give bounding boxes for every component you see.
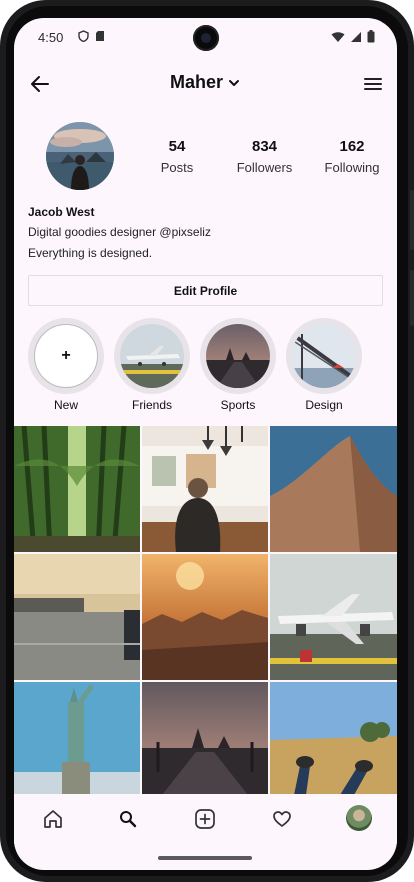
stat-value: 834 <box>251 138 278 155</box>
shield-icon <box>78 30 89 42</box>
app-bar: Maher <box>14 62 397 106</box>
status-time: 4:50 <box>38 30 64 45</box>
post-thumbnail[interactable] <box>14 426 140 552</box>
stat-value: 54 <box>168 138 186 155</box>
post-thumbnail[interactable] <box>270 426 397 552</box>
sd-card-icon <box>96 31 104 41</box>
post-thumbnail[interactable] <box>14 554 140 680</box>
highlight-friends[interactable]: Friends <box>114 318 190 412</box>
highlight-design[interactable]: Design <box>286 318 362 412</box>
power-button <box>410 270 414 326</box>
edit-profile-button[interactable]: Edit Profile <box>28 275 383 306</box>
stat-followers[interactable]: 834 Followers <box>230 138 300 175</box>
home-icon <box>44 810 62 828</box>
account-switcher[interactable]: Maher <box>14 72 397 93</box>
highlight-sports[interactable]: Sports <box>200 318 276 412</box>
profile-avatar[interactable] <box>46 122 114 190</box>
stat-value: 162 <box>339 138 365 155</box>
highlight-label: Design <box>305 398 343 412</box>
post-thumbnail[interactable] <box>270 682 397 794</box>
volume-button <box>410 190 414 250</box>
post-thumbnail[interactable] <box>142 426 268 552</box>
status-right-icons <box>331 30 375 43</box>
highlight-image <box>206 324 270 388</box>
nav-add-post[interactable] <box>192 806 218 832</box>
stat-label: Posts <box>160 160 194 175</box>
post-thumbnail[interactable] <box>270 554 397 680</box>
status-bar: 4:50 <box>14 18 397 58</box>
cell-signal-icon <box>351 31 361 42</box>
stat-posts[interactable]: 54 Posts <box>142 138 212 175</box>
highlight-label: New <box>53 398 78 412</box>
profile-username: Maher <box>169 72 223 92</box>
battery-icon <box>367 30 375 43</box>
highlight-ring <box>200 318 276 394</box>
home-indicator <box>158 856 252 860</box>
search-icon <box>120 811 137 828</box>
story-highlights: + New Friends Sports Design <box>28 318 362 412</box>
bottom-navigation <box>14 794 397 844</box>
heart-icon <box>273 811 291 827</box>
nav-home[interactable] <box>40 806 66 832</box>
highlight-new[interactable]: + New <box>28 318 104 412</box>
highlight-label: Sports <box>220 398 256 412</box>
front-camera <box>193 25 219 51</box>
highlight-image <box>292 324 356 388</box>
profile-avatar[interactable] <box>346 805 372 831</box>
highlight-label: Friends <box>131 398 172 412</box>
stat-label: Followers <box>236 160 293 175</box>
posts-grid <box>14 426 397 794</box>
post-thumbnail[interactable] <box>142 682 268 794</box>
highlight-image <box>120 324 184 388</box>
add-post-icon <box>195 809 215 829</box>
screen: 4:50 Maher 54 Posts 834 Followers 162 Fo… <box>14 18 397 870</box>
hamburger-menu-icon[interactable] <box>361 72 385 96</box>
avatar-image <box>46 122 114 190</box>
post-thumbnail[interactable] <box>14 682 140 794</box>
profile-bio-line: Everything is designed. <box>28 246 153 260</box>
chevron-down-icon <box>229 79 239 86</box>
profile-name: Jacob West <box>28 205 95 219</box>
plus-icon: + <box>34 324 98 388</box>
status-left-icons <box>78 30 105 42</box>
stat-following[interactable]: 162 Following <box>317 138 387 175</box>
highlight-ring <box>114 318 190 394</box>
post-thumbnail[interactable] <box>142 554 268 680</box>
nav-activity[interactable] <box>269 806 295 832</box>
profile-bio-line: Digital goodies designer @pixseliz <box>28 225 211 239</box>
wifi-icon <box>331 31 345 42</box>
stat-label: Following <box>324 160 380 175</box>
phone-frame: 4:50 Maher 54 Posts 834 Followers 162 Fo… <box>0 0 414 882</box>
highlight-ring <box>286 318 362 394</box>
profile-stats: 54 Posts 834 Followers 162 Following <box>142 138 387 175</box>
highlight-ring: + <box>28 318 104 394</box>
nav-search[interactable] <box>115 806 141 832</box>
